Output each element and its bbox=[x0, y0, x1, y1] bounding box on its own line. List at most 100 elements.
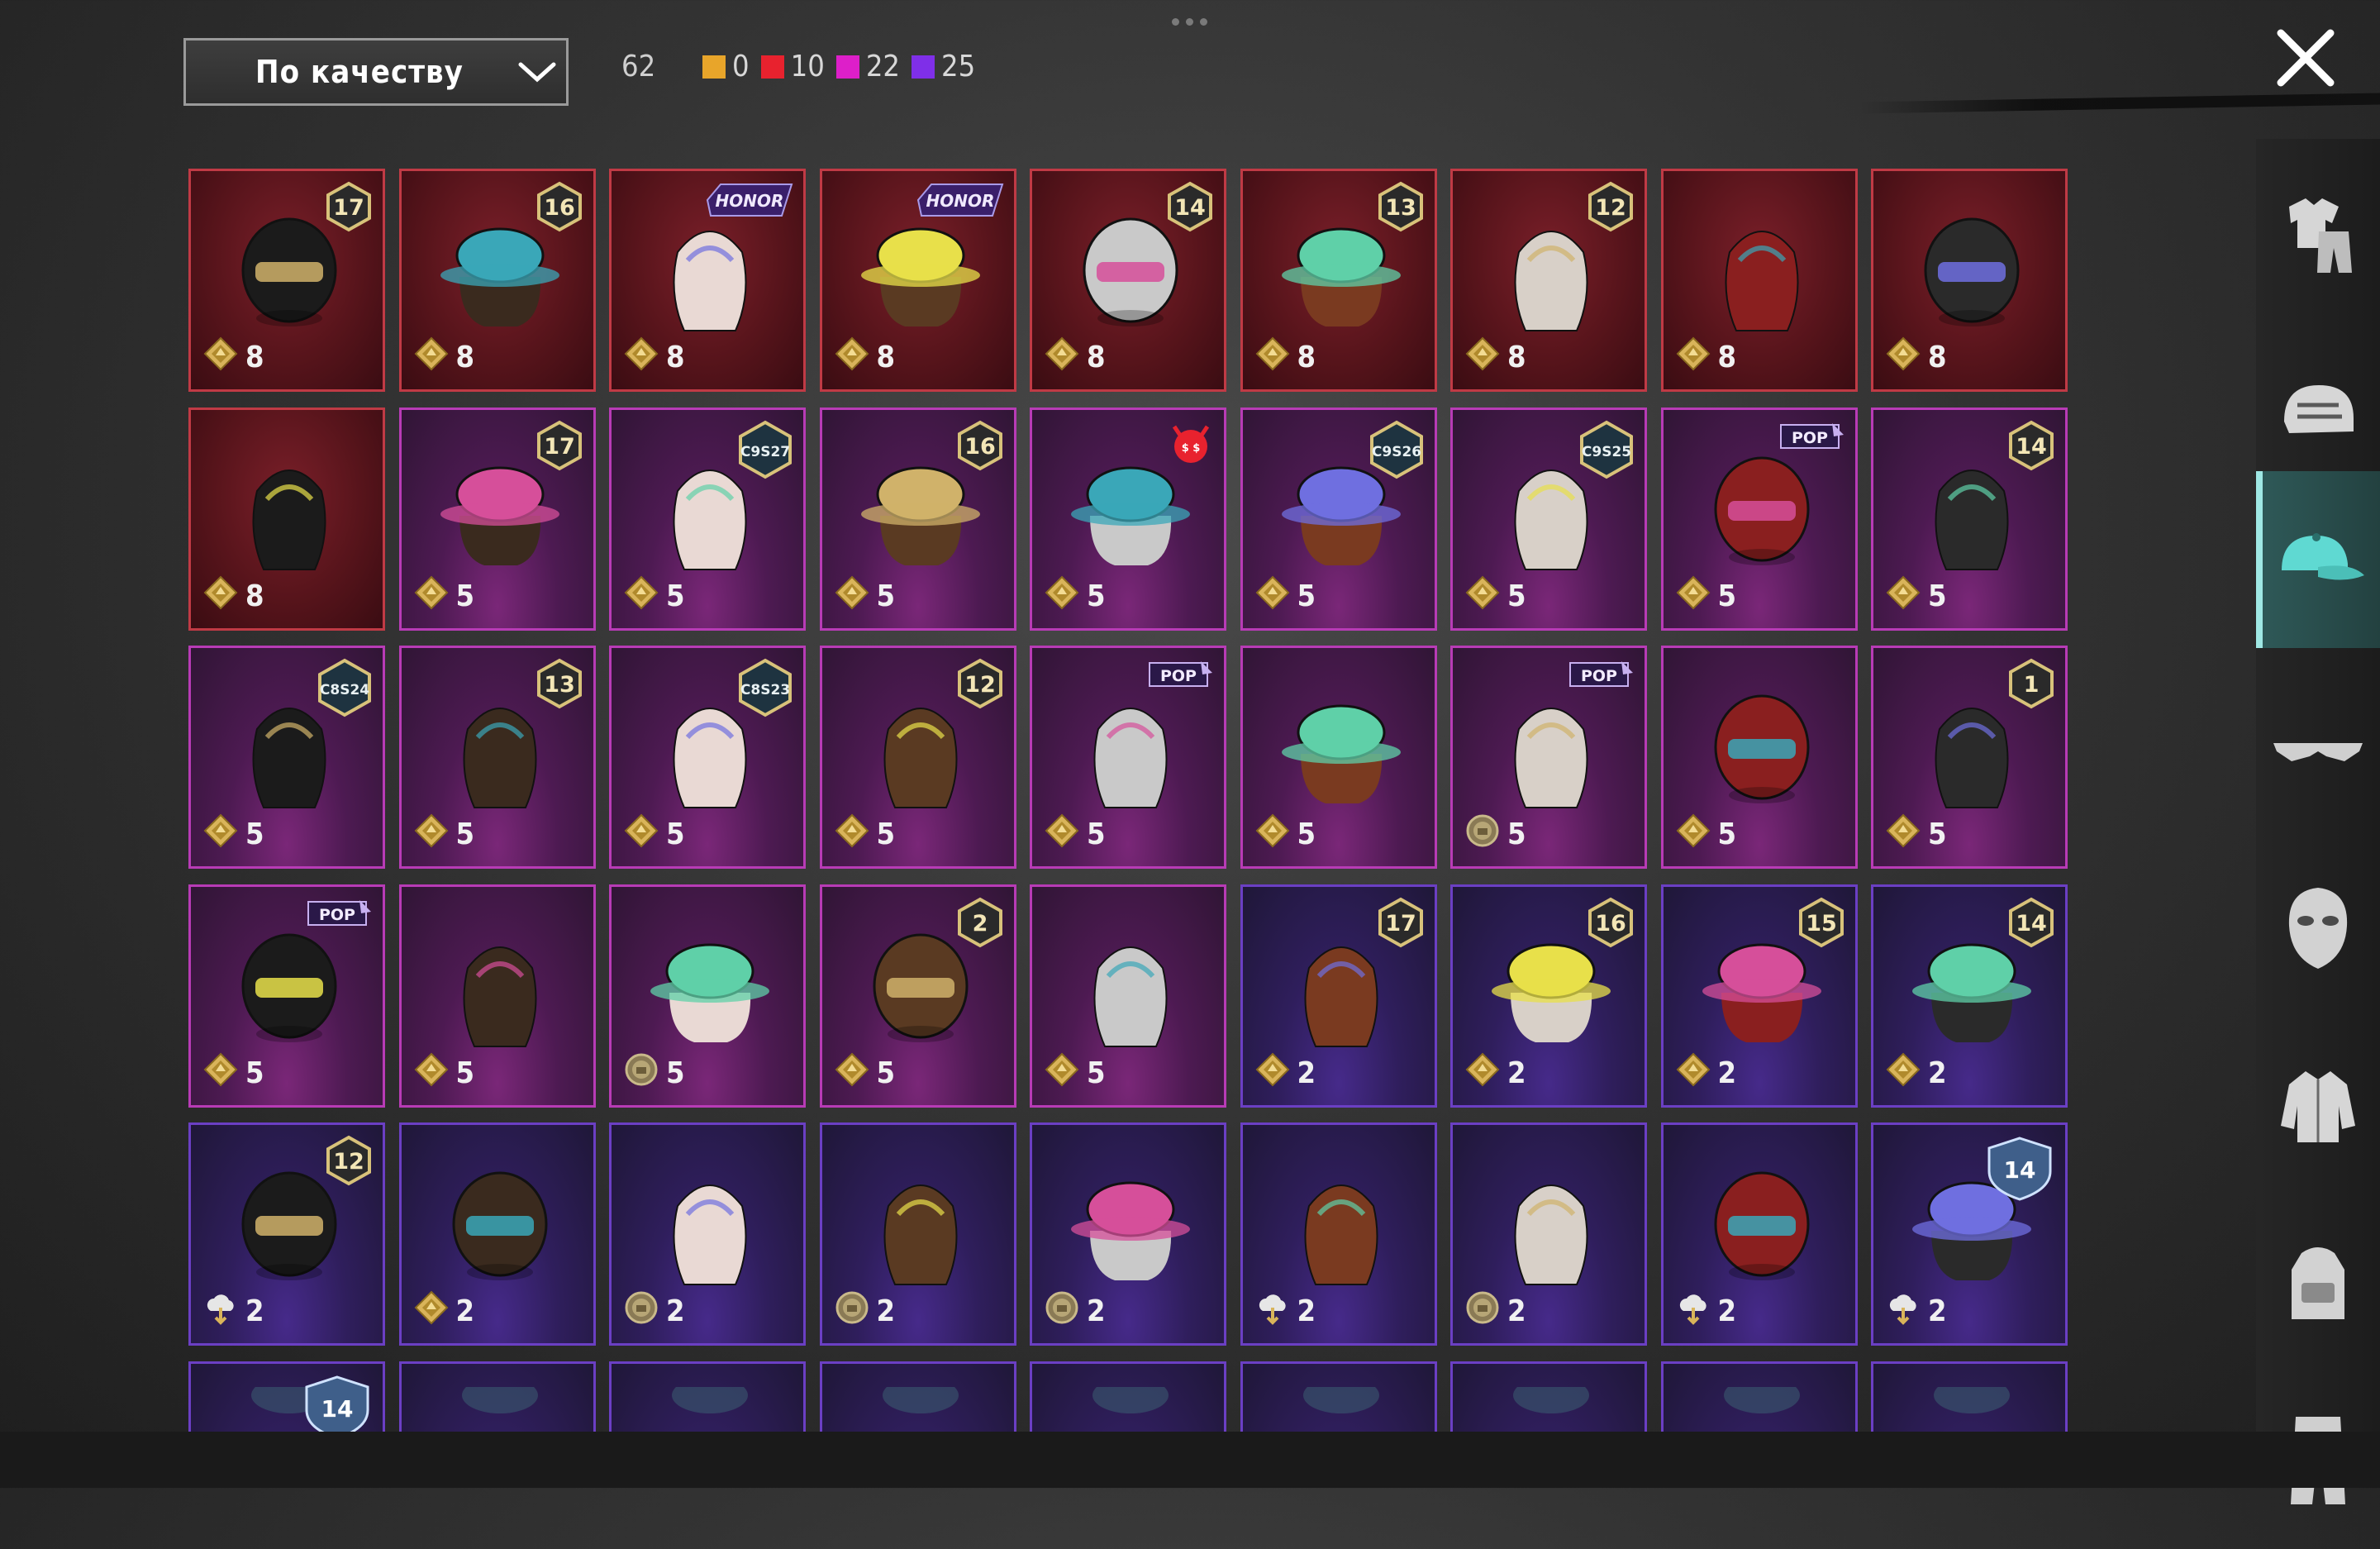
item-tile[interactable]: POP 5 bbox=[188, 884, 385, 1108]
item-tile[interactable]: 2 bbox=[609, 1122, 806, 1346]
item-tile[interactable] bbox=[1030, 1361, 1226, 1432]
item-tile[interactable]: C8S24 5 bbox=[188, 646, 385, 869]
item-tile[interactable]: 8 bbox=[188, 407, 385, 631]
item-tile[interactable]: 8 bbox=[1871, 169, 2068, 392]
category-tab-cap[interactable] bbox=[2256, 471, 2380, 648]
item-tile[interactable]: 12 5 bbox=[819, 646, 1016, 869]
jacket-icon bbox=[2273, 1060, 2363, 1154]
price-value: 5 bbox=[1507, 817, 1526, 851]
category-tab-jacket[interactable] bbox=[2256, 1018, 2380, 1195]
item-tile[interactable]: 5 bbox=[1660, 646, 1858, 869]
category-tab-backpack[interactable] bbox=[2256, 1195, 2380, 1372]
item-tile[interactable]: $ $ 5 bbox=[1030, 407, 1226, 631]
item-tile[interactable]: HONOR 8 bbox=[819, 169, 1016, 392]
price-value: 8 bbox=[666, 341, 685, 374]
item-tile[interactable] bbox=[1660, 1361, 1858, 1432]
item-tile[interactable]: C9S27 5 bbox=[609, 407, 806, 631]
total-count: 62 bbox=[621, 50, 656, 83]
item-tile[interactable]: 2 bbox=[819, 1122, 1016, 1346]
item-tile[interactable]: 14 bbox=[188, 1361, 385, 1432]
item-tile[interactable]: 12 2 bbox=[188, 1122, 385, 1346]
item-tile[interactable]: 2 bbox=[1660, 1122, 1858, 1346]
item-tile[interactable]: C9S25 5 bbox=[1450, 407, 1647, 631]
item-tile[interactable]: 16 2 bbox=[1450, 884, 1647, 1108]
category-tab-mask[interactable] bbox=[2256, 841, 2380, 1018]
svg-text:17: 17 bbox=[544, 434, 575, 460]
item-tile[interactable] bbox=[1240, 1361, 1437, 1432]
close-button[interactable] bbox=[2271, 23, 2340, 93]
item-tile[interactable]: POP 5 bbox=[1660, 407, 1858, 631]
item-tile[interactable]: 2 bbox=[1450, 1122, 1647, 1346]
item-tile[interactable]: 5 bbox=[609, 884, 806, 1108]
item-tile[interactable] bbox=[609, 1361, 806, 1432]
partial-icon bbox=[636, 1376, 783, 1432]
price-value: 8 bbox=[245, 341, 264, 374]
price-value: 2 bbox=[1297, 1294, 1316, 1328]
item-price: 2 bbox=[202, 1289, 264, 1333]
item-price: 8 bbox=[1885, 336, 1947, 379]
item-price: 2 bbox=[1885, 1289, 1947, 1333]
item-tile[interactable]: 17 5 bbox=[398, 407, 596, 631]
item-price: 8 bbox=[623, 336, 685, 379]
price-value: 5 bbox=[1087, 817, 1106, 851]
item-tile[interactable]: HONOR 8 bbox=[609, 169, 806, 392]
item-tile[interactable]: 16 8 bbox=[398, 169, 596, 392]
item-tile[interactable]: 8 bbox=[1660, 169, 1858, 392]
item-price: 5 bbox=[834, 813, 895, 856]
item-tile[interactable]: C9S26 5 bbox=[1240, 407, 1437, 631]
item-tile[interactable]: 5 bbox=[1240, 646, 1437, 869]
item-tile[interactable]: 14 2 bbox=[1871, 884, 2068, 1108]
item-tile[interactable]: 15 2 bbox=[1660, 884, 1858, 1108]
item-tile[interactable]: 12 8 bbox=[1450, 169, 1647, 392]
item-tile[interactable]: 15 bbox=[1871, 646, 2068, 869]
item-tile[interactable]: 17 8 bbox=[188, 169, 385, 392]
item-tile[interactable] bbox=[1450, 1361, 1647, 1432]
item-tile[interactable]: 14 8 bbox=[1030, 169, 1226, 392]
item-tile[interactable]: 5 bbox=[398, 884, 596, 1108]
svg-text:POP: POP bbox=[1581, 667, 1617, 685]
quality-counts: 0 10 22 25 bbox=[702, 50, 975, 83]
item-tile[interactable] bbox=[398, 1361, 596, 1432]
sort-dropdown-label: По качеству bbox=[255, 54, 464, 90]
item-tile[interactable]: 16 5 bbox=[819, 407, 1016, 631]
coupon-currency-icon bbox=[413, 1289, 450, 1333]
item-tile[interactable] bbox=[1871, 1361, 2068, 1432]
item-price: 5 bbox=[413, 813, 474, 856]
category-tab-outfit[interactable] bbox=[2256, 149, 2380, 326]
coupon-currency-icon bbox=[1254, 1051, 1291, 1095]
silver-currency-icon bbox=[1044, 1289, 1080, 1333]
item-price: 2 bbox=[1464, 1289, 1526, 1333]
item-tile[interactable]: 2 bbox=[1240, 1122, 1437, 1346]
item-tile[interactable]: 2 bbox=[1030, 1122, 1226, 1346]
coupon-currency-icon bbox=[413, 1051, 450, 1095]
item-tile[interactable]: 25 bbox=[819, 884, 1016, 1108]
item-price: 5 bbox=[202, 1051, 264, 1095]
sort-dropdown[interactable]: По качеству bbox=[183, 38, 569, 106]
item-tile[interactable]: 2 bbox=[398, 1122, 596, 1346]
coupon-currency-icon bbox=[202, 336, 239, 379]
partial-icon bbox=[1057, 1376, 1204, 1432]
item-tile[interactable]: C8S23 5 bbox=[609, 646, 806, 869]
item-tile[interactable]: POP 5 bbox=[1030, 646, 1226, 869]
item-tile[interactable]: 14 5 bbox=[1871, 407, 2068, 631]
category-tab-glasses[interactable] bbox=[2256, 665, 2380, 841]
item-tile[interactable]: 14 2 bbox=[1871, 1122, 2068, 1346]
coupon-currency-icon bbox=[834, 813, 870, 856]
svg-text:C8S23: C8S23 bbox=[740, 682, 790, 698]
svg-text:HONOR: HONOR bbox=[926, 191, 994, 211]
item-tile[interactable]: 5 bbox=[1030, 884, 1226, 1108]
item-tile[interactable] bbox=[819, 1361, 1016, 1432]
item-tile[interactable]: 13 8 bbox=[1240, 169, 1437, 392]
season-badge-icon: 14 bbox=[300, 1374, 374, 1432]
item-price: 2 bbox=[1464, 1051, 1526, 1095]
item-tile[interactable]: 13 5 bbox=[398, 646, 596, 869]
item-price: 5 bbox=[1044, 1051, 1106, 1095]
cloud-currency-icon bbox=[202, 1289, 239, 1333]
price-value: 2 bbox=[1507, 1056, 1526, 1090]
coupon-currency-icon bbox=[1675, 813, 1711, 856]
item-tile[interactable]: 17 2 bbox=[1240, 884, 1437, 1108]
price-value: 5 bbox=[1507, 579, 1526, 613]
drag-handle[interactable] bbox=[1172, 18, 1213, 26]
item-tile[interactable]: POP 5 bbox=[1450, 646, 1647, 869]
svg-text:POP: POP bbox=[319, 906, 355, 924]
